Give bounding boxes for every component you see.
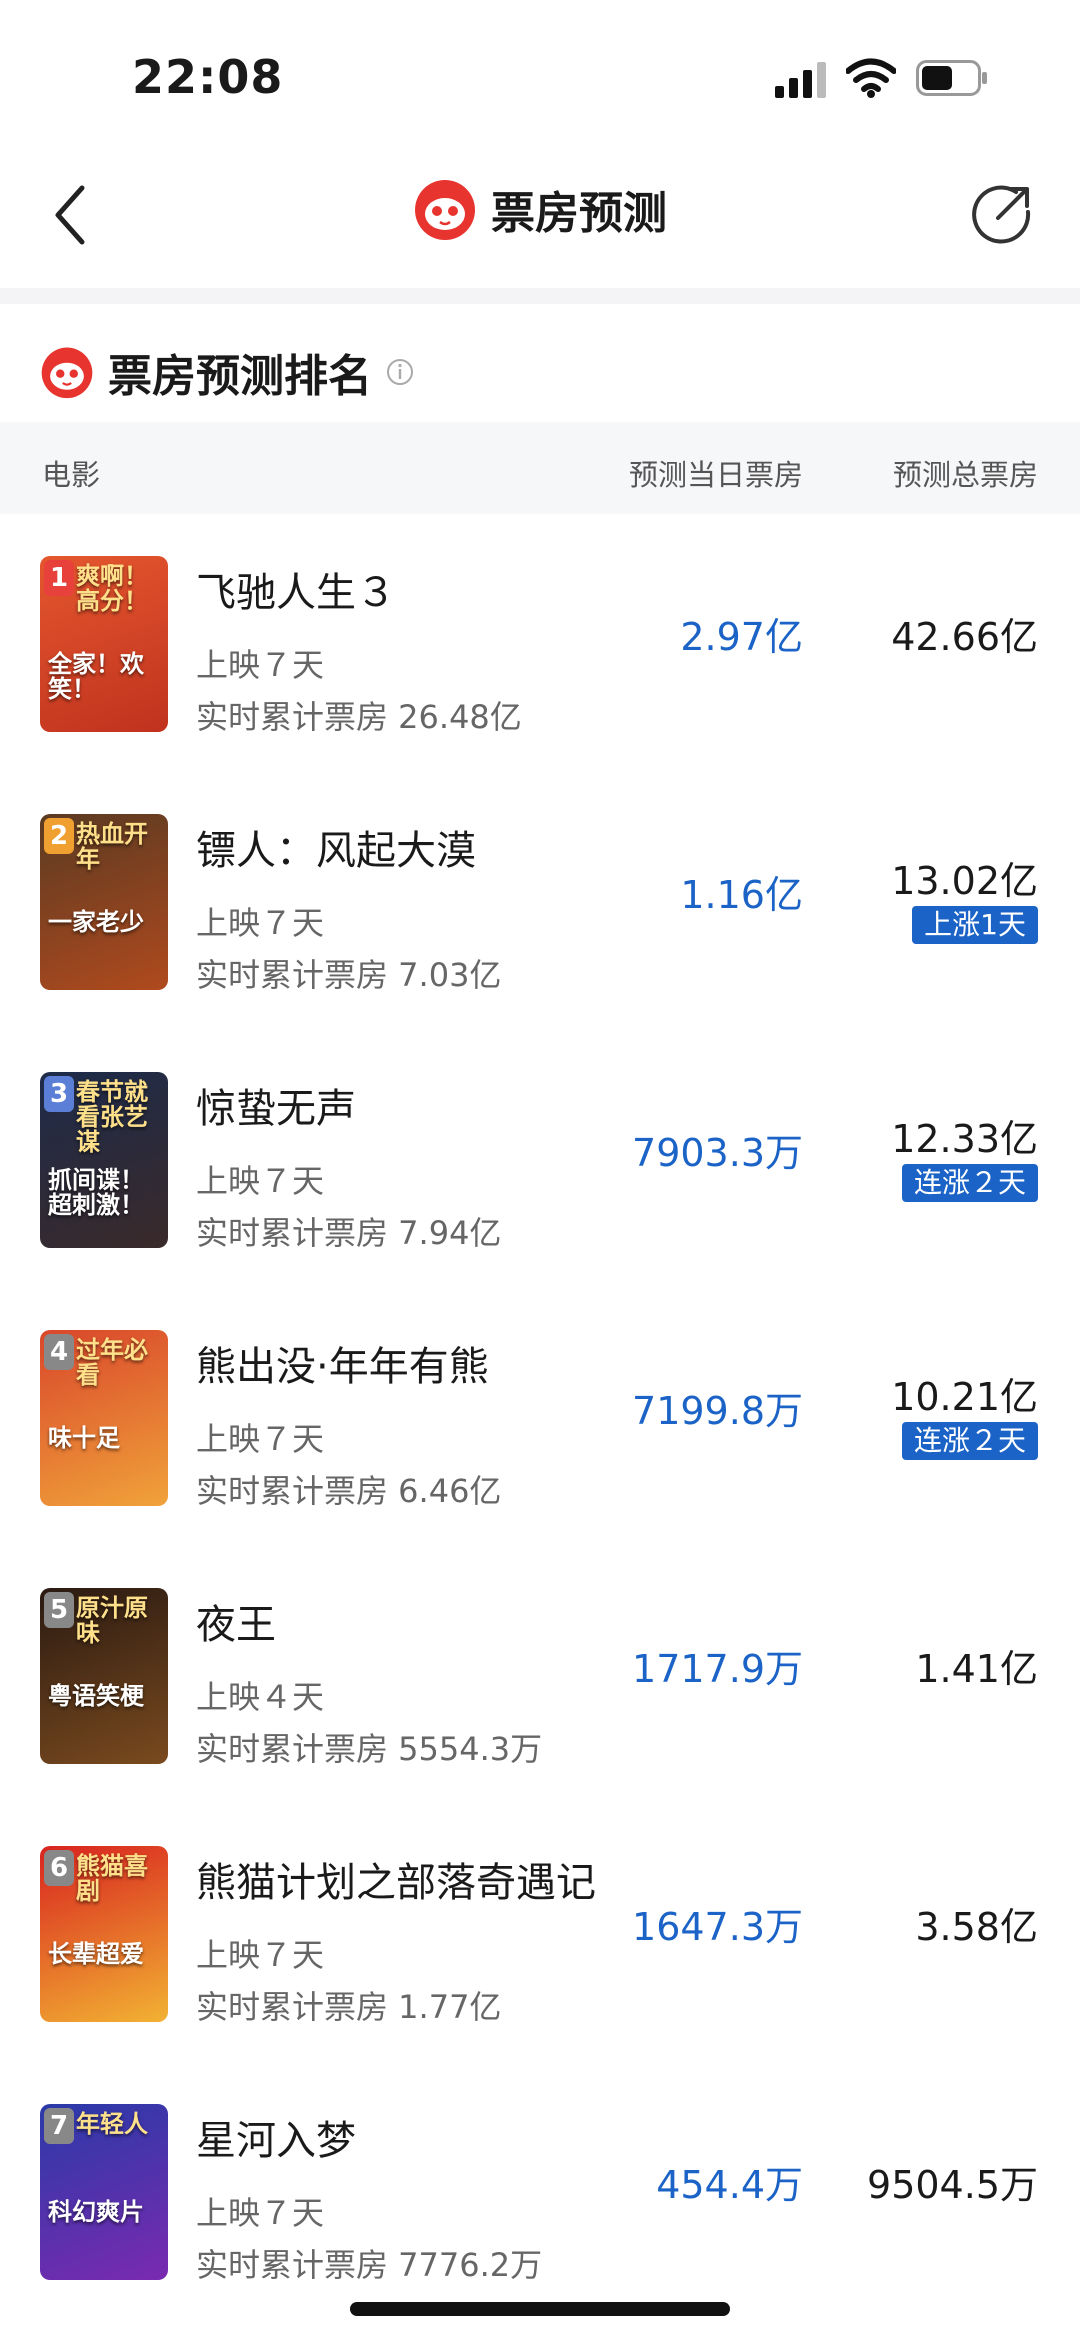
rank-badge: 7 (44, 2108, 74, 2144)
table-header: 电影 预测当日票房 预测总票房 (0, 422, 1080, 514)
info-icon[interactable] (386, 358, 414, 386)
section-divider (0, 288, 1080, 304)
cumulative-box-office: 实时累计票房 7.94亿 (196, 1214, 502, 1252)
movie-poster[interactable]: 原汁原味 粤语笑梗 5 (40, 1588, 168, 1764)
predicted-daily-box-office: 7903.3万 (632, 1131, 803, 1175)
movie-title[interactable]: 夜王 (196, 1592, 276, 1650)
movie-row[interactable]: 过年必看 味十足 4 熊出没·年年有熊 上映７天 实时累计票房 6.46亿 71… (0, 1288, 1080, 1546)
poster-tagline: 粤语笑梗 (48, 1682, 144, 1710)
release-days: 上映７天 (196, 646, 325, 684)
rank-badge: 3 (44, 1076, 74, 1112)
status-bar: 22:08 (0, 0, 1080, 150)
movie-poster[interactable]: 春节就看张艺谋 抓间谍！超刺激！ 3 (40, 1072, 168, 1248)
predicted-total-box-office: 13.02亿 (891, 859, 1038, 903)
nav-title-group: 票房预测 (0, 174, 1080, 244)
battery-icon (916, 60, 987, 96)
movie-row[interactable]: 爽啊！高分！ 全家！欢笑！ 1 飞驰人生３ 上映７天 实时累计票房 26.48亿… (0, 514, 1080, 772)
rank-badge: 4 (44, 1334, 74, 1370)
release-days: 上映７天 (196, 1936, 325, 1974)
release-days: 上映４天 (196, 1678, 325, 1716)
cumulative-box-office: 实时累计票房 6.46亿 (196, 1472, 502, 1510)
column-header-total: 预测总票房 (892, 458, 1038, 492)
release-days: 上映７天 (196, 904, 325, 942)
maoyan-cat-logo-icon (41, 347, 93, 399)
movie-poster[interactable]: 爽啊！高分！ 全家！欢笑！ 1 (40, 556, 168, 732)
status-time: 22:08 (132, 50, 284, 104)
column-header-movie: 电影 (42, 458, 101, 492)
poster-tagline: 春节就看张艺谋 (76, 1078, 148, 1157)
navigation-bar: 票房预测 (0, 150, 1080, 288)
predicted-total-box-office: 12.33亿 (891, 1117, 1038, 1161)
predicted-daily-box-office: 1.16亿 (680, 873, 803, 917)
predicted-total-box-office: 3.58亿 (915, 1905, 1038, 1949)
rank-badge: 1 (44, 560, 74, 596)
poster-tagline: 过年必看 (76, 1336, 148, 1390)
rank-badge: 2 (44, 818, 74, 854)
movie-poster[interactable]: 热血开年 一家老少 2 (40, 814, 168, 990)
poster-tagline: 原汁原味 (76, 1594, 148, 1648)
rank-badge: 6 (44, 1850, 74, 1886)
poster-tagline: 科幻爽片 (48, 2198, 144, 2226)
movie-poster[interactable]: 过年必看 味十足 4 (40, 1330, 168, 1506)
predicted-total-box-office: 1.41亿 (915, 1647, 1038, 1691)
movie-poster[interactable]: 熊猫喜剧 长辈超爱 6 (40, 1846, 168, 2022)
release-days: 上映７天 (196, 1420, 325, 1458)
poster-tagline: 年轻人 (76, 2110, 148, 2138)
release-days: 上映７天 (196, 1162, 325, 1200)
cellular-signal-icon (775, 62, 826, 98)
cumulative-box-office: 实时累计票房 26.48亿 (196, 698, 522, 736)
movie-row[interactable]: 春节就看张艺谋 抓间谍！超刺激！ 3 惊蛰无声 上映７天 实时累计票房 7.94… (0, 1030, 1080, 1288)
share-icon[interactable] (972, 180, 1034, 246)
cumulative-box-office: 实时累计票房 1.77亿 (196, 1988, 502, 2026)
predicted-total-box-office: 42.66亿 (891, 615, 1038, 659)
section-title: 票房预测排名 (108, 351, 372, 402)
movie-title[interactable]: 熊出没·年年有熊 (196, 1334, 489, 1392)
predicted-daily-box-office: 454.4万 (656, 2163, 803, 2207)
movie-poster[interactable]: 年轻人 科幻爽片 7 (40, 2104, 168, 2280)
movie-title[interactable]: 惊蛰无声 (196, 1076, 356, 1134)
column-header-daily: 预测当日票房 (628, 458, 803, 492)
poster-tagline: 熊猫喜剧 (76, 1852, 148, 1906)
poster-tagline: 长辈超爱 (48, 1940, 144, 1968)
poster-tagline: 全家！欢笑！ (48, 650, 144, 704)
movie-row[interactable]: 原汁原味 粤语笑梗 5 夜王 上映４天 实时累计票房 5554.3万 1717.… (0, 1546, 1080, 1804)
predicted-daily-box-office: 1717.9万 (632, 1647, 803, 1691)
movie-title[interactable]: 飞驰人生３ (196, 560, 396, 618)
movie-row[interactable]: 年轻人 科幻爽片 7 星河入梦 上映７天 实时累计票房 7776.2万 454.… (0, 2062, 1080, 2320)
predicted-daily-box-office: 7199.8万 (632, 1389, 803, 1433)
section-header: 票房预测排名 (40, 340, 414, 404)
predicted-total-box-office: 9504.5万 (867, 2163, 1038, 2207)
movie-row[interactable]: 熊猫喜剧 长辈超爱 6 熊猫计划之部落奇遇记 上映７天 实时累计票房 1.77亿… (0, 1804, 1080, 2062)
predicted-daily-box-office: 2.97亿 (680, 615, 803, 659)
movie-title[interactable]: 镖人：风起大漠 (196, 818, 476, 876)
cumulative-box-office: 实时累计票房 7.03亿 (196, 956, 502, 994)
trend-badge: 上涨1天 (912, 906, 1038, 944)
page-title: 票房预测 (491, 188, 667, 239)
cumulative-box-office: 实时累计票房 5554.3万 (196, 1730, 543, 1768)
poster-tagline: 抓间谍！超刺激！ (48, 1166, 144, 1220)
movie-row[interactable]: 热血开年 一家老少 2 镖人：风起大漠 上映７天 实时累计票房 7.03亿 1.… (0, 772, 1080, 1030)
movie-title[interactable]: 星河入梦 (196, 2108, 356, 2166)
poster-tagline: 一家老少 (48, 908, 144, 936)
movie-title[interactable]: 熊猫计划之部落奇遇记 (196, 1850, 596, 1908)
predicted-total-box-office: 10.21亿 (891, 1375, 1038, 1419)
predicted-daily-box-office: 1647.3万 (632, 1905, 803, 1949)
release-days: 上映７天 (196, 2194, 325, 2232)
poster-tagline: 热血开年 (76, 820, 148, 874)
trend-badge: 连涨２天 (901, 1164, 1038, 1202)
poster-tagline: 味十足 (48, 1424, 120, 1452)
home-indicator[interactable] (350, 2302, 730, 2316)
poster-tagline: 爽啊！高分！ (76, 562, 148, 616)
maoyan-cat-logo-icon (415, 180, 475, 240)
trend-badge: 连涨２天 (901, 1422, 1038, 1460)
cumulative-box-office: 实时累计票房 7776.2万 (196, 2246, 543, 2284)
rank-badge: 5 (44, 1592, 74, 1628)
wifi-icon (846, 58, 896, 98)
